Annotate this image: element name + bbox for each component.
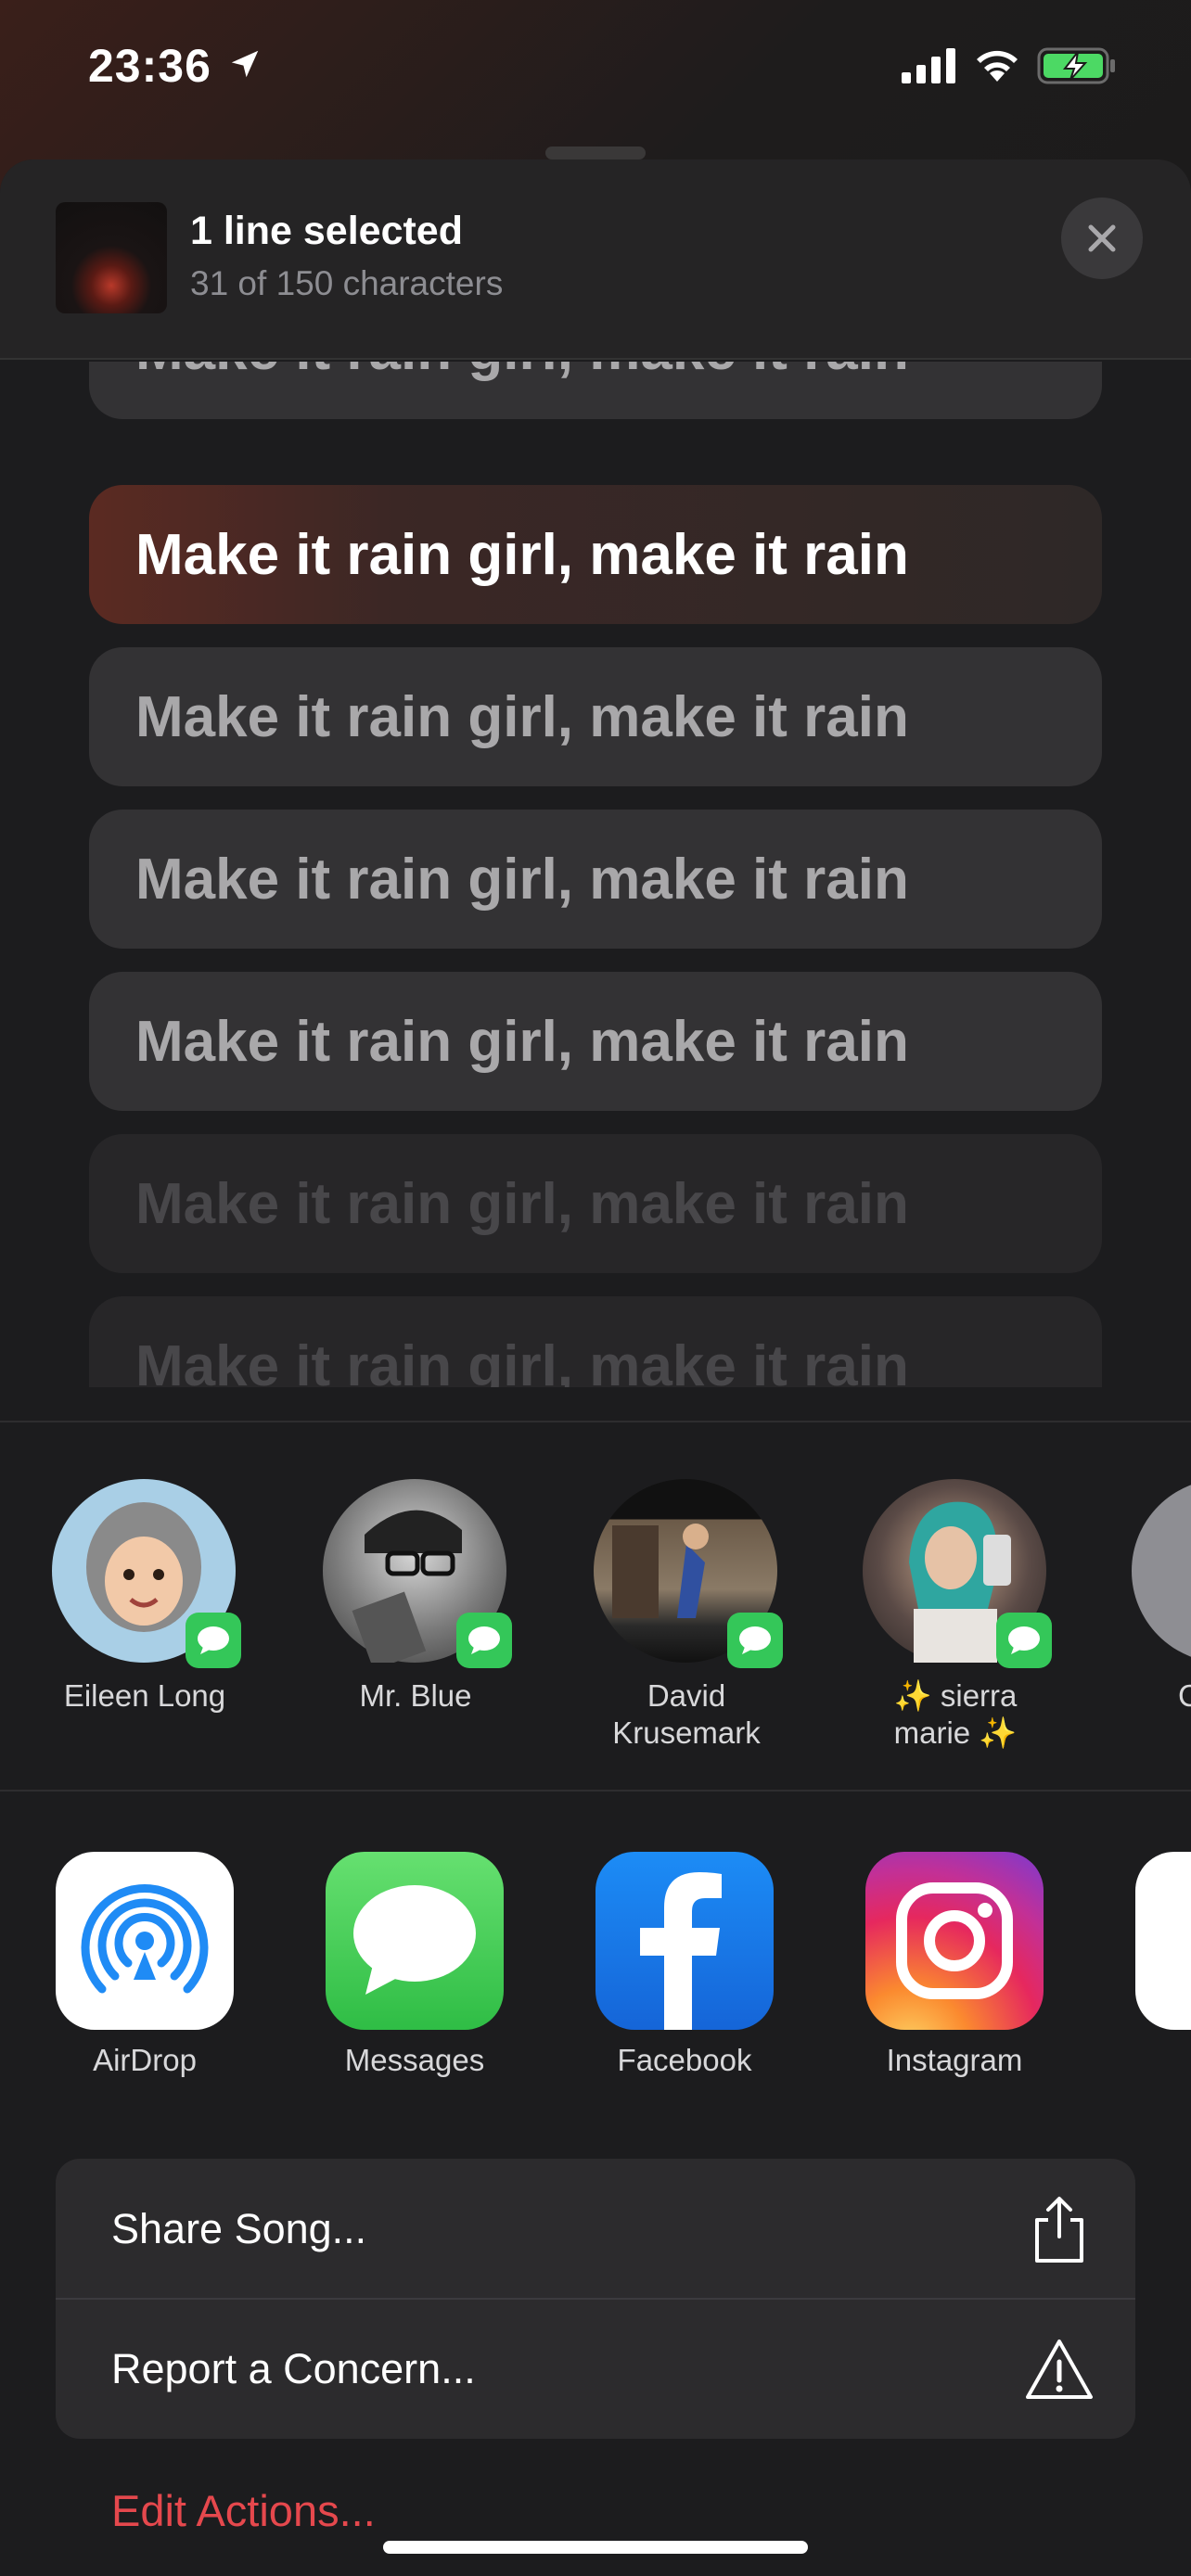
lyric-line[interactable]: Make it rain girl, make it rain — [89, 1134, 1102, 1273]
album-artwork — [56, 202, 167, 313]
lyric-line[interactable]: Make it rain girl, make it rain — [89, 810, 1102, 949]
divider — [0, 1790, 1191, 1792]
contact-david[interactable]: David Krusemark — [594, 1479, 783, 1752]
share-song-action[interactable]: Share Song... — [56, 2159, 1135, 2299]
contact-mr-blue[interactable]: Mr. Blue — [323, 1479, 512, 1715]
lyric-line[interactable]: Make it rain girl, make it rain — [89, 972, 1102, 1111]
sheet-grabber[interactable] — [545, 147, 646, 159]
airdrop-icon — [56, 1852, 234, 2030]
contact-name: C — [1178, 1678, 1191, 1713]
app-airdrop[interactable]: AirDrop — [56, 1852, 234, 2078]
selection-title: 1 line selected — [190, 209, 463, 253]
lyric-line[interactable]: Make it rain girl, make it rain — [89, 1296, 1102, 1387]
contact-name: ✨ sierra marie ✨ — [893, 1678, 1018, 1750]
lyric-line[interactable]: Make it rain girl, make it rain — [89, 362, 1102, 419]
avatar — [594, 1479, 783, 1668]
edit-actions-link[interactable]: Edit Actions... — [111, 2485, 376, 2536]
app-label: Facebook — [617, 2043, 752, 2077]
lyric-line-selected[interactable]: Make it rain girl, make it rain — [89, 485, 1102, 624]
battery-charging-icon — [1037, 47, 1115, 84]
more-app-icon — [1135, 1852, 1191, 2030]
report-concern-action[interactable]: Report a Concern... — [56, 2299, 1135, 2439]
contact-sierra[interactable]: ✨ sierra marie ✨ — [863, 1479, 1052, 1752]
app-label: Messages — [344, 2043, 485, 2077]
warning-icon — [1026, 2340, 1093, 2399]
lyrics-list[interactable]: Make it rain girl, make it rain Make it … — [0, 362, 1191, 1387]
instagram-icon — [865, 1852, 1044, 2030]
messages-badge-icon — [996, 1613, 1052, 1668]
app-label: Instagram — [886, 2043, 1023, 2077]
contact-name: Mr. Blue — [359, 1678, 472, 1713]
status-time: 23:36 — [88, 40, 211, 92]
divider — [0, 1421, 1191, 1422]
avatar — [323, 1479, 512, 1670]
action-label: Report a Concern... — [111, 2344, 476, 2392]
action-label: Share Song... — [111, 2204, 367, 2252]
facebook-icon — [596, 1852, 774, 2030]
contact-partial[interactable]: C — [1132, 1479, 1191, 1715]
messages-badge-icon — [186, 1613, 241, 1668]
close-button[interactable] — [1061, 198, 1143, 279]
messages-badge-icon — [727, 1613, 783, 1668]
share-header — [0, 159, 1191, 360]
cellular-signal-icon — [902, 48, 955, 83]
location-arrow-icon — [231, 50, 259, 78]
messages-badge-icon — [456, 1613, 512, 1668]
share-icon — [1035, 2197, 1083, 2263]
close-icon — [1088, 224, 1116, 252]
contact-name: David Krusemark — [612, 1678, 761, 1750]
avatar — [863, 1479, 1052, 1668]
messages-icon — [326, 1852, 504, 2030]
app-facebook[interactable]: Facebook — [596, 1852, 774, 2078]
contact-eileen[interactable]: Eileen Long — [52, 1479, 241, 1715]
contact-name: Eileen Long — [63, 1678, 226, 1713]
character-count: 31 of 150 characters — [190, 264, 504, 302]
lyric-line[interactable]: Make it rain girl, make it rain — [89, 647, 1102, 786]
app-instagram[interactable]: Instagram — [865, 1852, 1044, 2078]
status-bar: 23:36 — [0, 0, 1191, 139]
app-label: AirDrop — [93, 2043, 197, 2077]
app-messages[interactable]: Messages — [326, 1852, 504, 2078]
avatar — [52, 1479, 241, 1668]
home-indicator[interactable] — [383, 2541, 808, 2554]
avatar — [1132, 1479, 1191, 1663]
actions-list: Share Song... Report a Concern... — [56, 2159, 1135, 2439]
wifi-icon — [977, 50, 1018, 82]
app-more[interactable] — [1135, 1852, 1191, 2043]
